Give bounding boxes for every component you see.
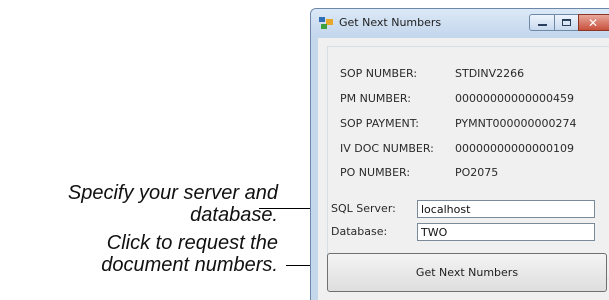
po-number-label: PO NUMBER: (340, 166, 411, 179)
sop-number-label: SOP NUMBER: (340, 67, 418, 80)
sop-payment-value: PYMNT000000000274 (455, 117, 577, 130)
sql-server-label: SQL Server: (331, 202, 396, 215)
window-title: Get Next Numbers (339, 16, 442, 29)
callout-request-line-2: document numbers. (101, 254, 278, 276)
sop-number-value: STDINV2266 (455, 67, 525, 80)
pm-number-value: 00000000000000459 (455, 92, 574, 105)
sop-payment-label: SOP PAYMENT: (340, 117, 419, 130)
get-next-numbers-window: Get Next Numbers ✕ SOP NUMBER: STDINV226… (310, 8, 609, 300)
callout-server-leader-line (259, 208, 315, 209)
numbers-groupbox: SOP NUMBER: STDINV2266 PM NUMBER: 000000… (327, 46, 609, 279)
callout-request-line-1: Click to request the (106, 232, 278, 254)
iv-doc-number-value: 00000000000000109 (455, 142, 574, 155)
close-button[interactable]: ✕ (578, 14, 609, 31)
window-app-icon[interactable] (319, 16, 333, 30)
sql-server-input[interactable] (417, 200, 595, 218)
get-next-numbers-button[interactable]: Get Next Numbers (327, 253, 607, 292)
title-bar[interactable]: Get Next Numbers ✕ (311, 9, 609, 37)
database-input[interactable] (417, 223, 595, 241)
pm-number-label: PM NUMBER: (340, 92, 411, 105)
minimize-button[interactable] (529, 14, 555, 31)
maximize-icon (562, 19, 571, 26)
close-icon: ✕ (588, 16, 599, 30)
callout-server-database: Specify your server and database. (0, 182, 278, 226)
database-label: Database: (331, 225, 388, 238)
window-client-area: SOP NUMBER: STDINV2266 PM NUMBER: 000000… (318, 38, 609, 300)
iv-doc-number-label: IV DOC NUMBER: (340, 142, 434, 155)
callout-server-line-1: Specify your server and (67, 182, 278, 204)
callout-server-line-2: database. (190, 204, 278, 226)
po-number-value: PO2075 (455, 166, 499, 179)
minimize-icon (538, 24, 547, 26)
maximize-button[interactable] (554, 14, 579, 31)
callout-request-numbers: Click to request the document numbers. (0, 232, 278, 276)
screenshot-stage: Specify your server and database. Click … (0, 0, 609, 300)
